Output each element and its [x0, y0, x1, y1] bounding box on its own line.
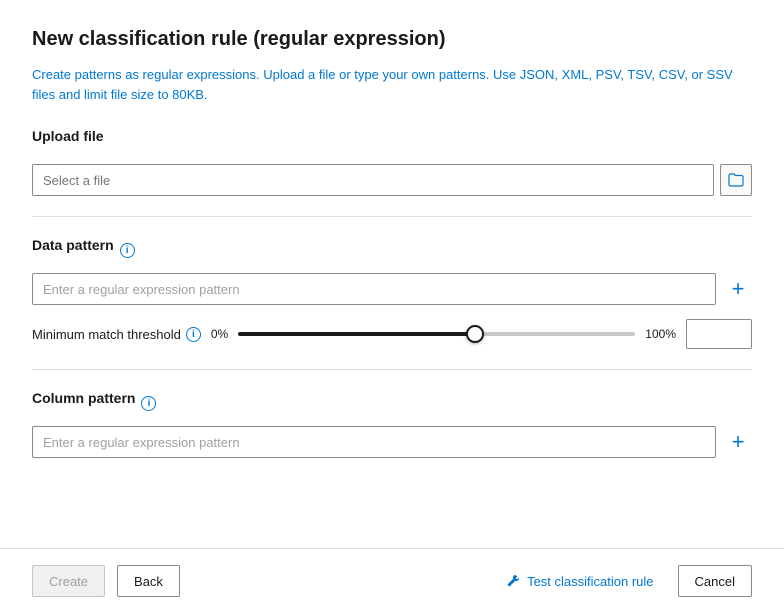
- threshold-min-label: 0%: [211, 327, 228, 341]
- threshold-slider-container: [238, 324, 635, 344]
- data-pattern-add-button[interactable]: +: [724, 275, 752, 303]
- divider-2: [32, 369, 752, 370]
- footer: Create Back Test classification rule Can…: [0, 548, 784, 613]
- create-button[interactable]: Create: [32, 565, 105, 597]
- divider-1: [32, 216, 752, 217]
- test-button-label: Test classification rule: [527, 574, 653, 589]
- column-pattern-header: Column pattern i: [32, 390, 752, 416]
- file-input[interactable]: [32, 164, 714, 196]
- threshold-spinner: 60% ▲ ▼: [686, 319, 752, 349]
- upload-file-row: [32, 164, 752, 196]
- threshold-slider[interactable]: [238, 332, 635, 336]
- column-pattern-add-button[interactable]: +: [724, 428, 752, 456]
- cancel-button[interactable]: Cancel: [678, 565, 752, 597]
- test-icon: [505, 573, 521, 589]
- page-description: Create patterns as regular expressions. …: [32, 65, 752, 104]
- data-pattern-info-icon: i: [120, 243, 135, 258]
- threshold-label: Minimum match threshold i: [32, 327, 201, 342]
- back-button[interactable]: Back: [117, 565, 180, 597]
- column-pattern-label: Column pattern: [32, 390, 135, 406]
- test-classification-button[interactable]: Test classification rule: [493, 565, 665, 597]
- column-pattern-input[interactable]: [32, 426, 716, 458]
- data-pattern-label: Data pattern: [32, 237, 114, 253]
- threshold-max-label: 100%: [645, 327, 676, 341]
- threshold-row: Minimum match threshold i 0% 100% 60% ▲ …: [32, 319, 752, 349]
- threshold-info-icon: i: [186, 327, 201, 342]
- page-title: New classification rule (regular express…: [32, 28, 752, 51]
- column-pattern-row: +: [32, 426, 752, 458]
- data-pattern-input[interactable]: [32, 273, 716, 305]
- column-pattern-info-icon: i: [141, 396, 156, 411]
- data-pattern-row: +: [32, 273, 752, 305]
- file-browse-button[interactable]: [720, 164, 752, 196]
- threshold-value-input[interactable]: 60%: [687, 320, 752, 348]
- upload-file-label: Upload file: [32, 128, 104, 144]
- data-pattern-header: Data pattern i: [32, 237, 752, 263]
